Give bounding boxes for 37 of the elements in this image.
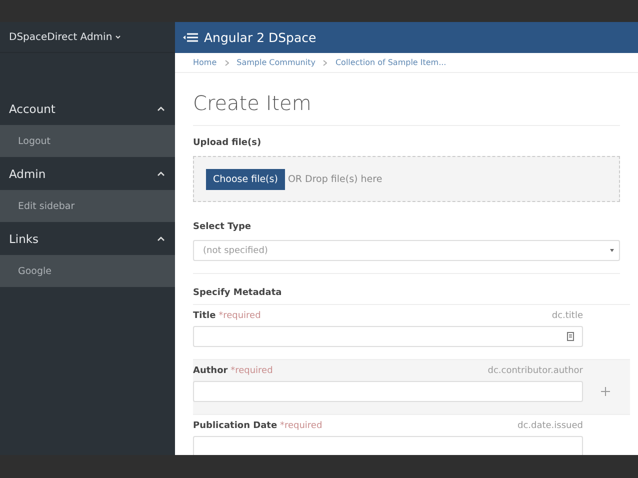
sidebar-item[interactable]: Logout — [0, 125, 175, 157]
caret-down-icon — [115, 35, 122, 39]
menu-icon[interactable] — [183, 33, 198, 42]
breadcrumb-link[interactable]: Collection of Sample Item... — [335, 58, 446, 67]
metadata-key: dc.contributor.author — [488, 366, 583, 376]
chevron-up-icon — [157, 106, 165, 111]
section-label: Specify Metadata — [193, 288, 283, 298]
field-label: Title *required — [193, 311, 261, 321]
input-field[interactable] — [193, 326, 583, 347]
breadcrumb-link[interactable]: Sample Community — [236, 58, 316, 67]
drop-zone[interactable]: Choose file(s) OR Drop file(s) here — [193, 156, 620, 202]
breadcrumb-link[interactable]: Home — [193, 58, 217, 67]
drop-hint: OR Drop file(s) here — [288, 174, 382, 184]
sidebar-section-header[interactable]: Links — [0, 222, 175, 255]
section-label: Select Type — [193, 222, 252, 232]
app-title: Angular 2 DSpace — [204, 30, 316, 45]
choose-files-button[interactable]: Choose file(s) — [206, 168, 285, 190]
sidebar-item[interactable]: Google — [0, 255, 175, 287]
chevron-right-icon — [224, 60, 229, 66]
sidebar-section-header[interactable]: Admin — [0, 157, 175, 190]
input-field[interactable] — [193, 436, 583, 455]
input-field[interactable] — [193, 381, 583, 402]
type-select[interactable]: (not specified) — [193, 240, 620, 261]
sidebar-section-header[interactable]: Account — [0, 92, 175, 125]
field-label: Publication Date *required — [193, 421, 322, 431]
chevron-up-icon — [157, 236, 165, 241]
sidebar-item[interactable]: Edit sidebar — [0, 190, 175, 222]
chevron-up-icon — [157, 171, 165, 176]
document-icon — [567, 332, 574, 341]
chevron-right-icon — [323, 60, 328, 66]
field-label: Author *required — [193, 366, 273, 376]
page-heading: Create Item — [193, 91, 620, 126]
metadata-key: dc.title — [552, 311, 583, 321]
caret-down-icon — [610, 249, 614, 252]
section-label: Upload file(s) — [193, 138, 262, 148]
metadata-key: dc.date.issued — [517, 421, 583, 431]
plus-icon[interactable] — [601, 387, 610, 396]
